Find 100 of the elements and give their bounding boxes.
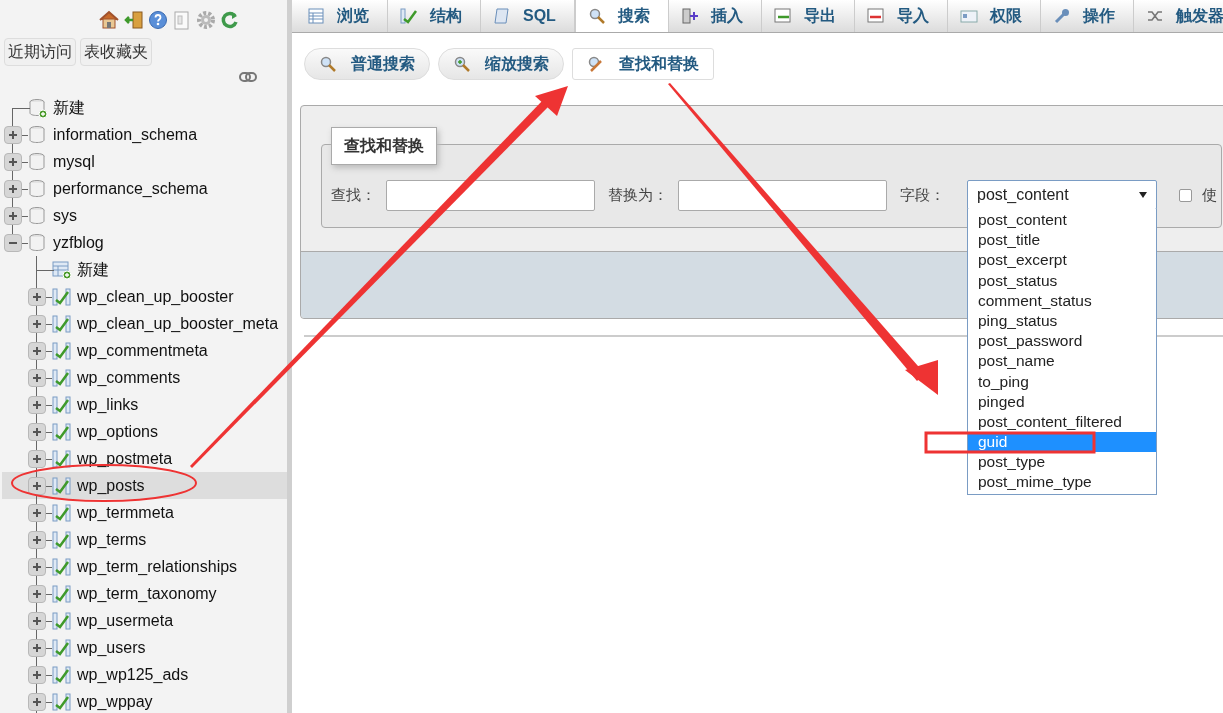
collapse-toggle[interactable] — [4, 233, 22, 252]
sub-tab[interactable]: 查找和替换 — [572, 48, 714, 80]
expand-toggle[interactable] — [28, 530, 46, 549]
table-name[interactable]: wp_term_taxonomy — [77, 581, 217, 606]
table-name[interactable]: wp_links — [77, 392, 139, 417]
table-icon — [52, 529, 72, 550]
column-select[interactable]: post_content — [967, 180, 1157, 210]
expand-toggle[interactable] — [28, 692, 46, 711]
tab[interactable]: 权限 — [947, 0, 1041, 32]
dropdown-option[interactable]: post_password — [968, 331, 1156, 352]
tab[interactable]: 操作 — [1040, 0, 1134, 32]
table-icon — [52, 664, 72, 685]
dropdown-option[interactable]: post_content — [968, 210, 1156, 231]
table-name[interactable]: wp_commentmeta — [77, 338, 208, 363]
expand-toggle[interactable] — [4, 152, 22, 171]
expand-toggle[interactable] — [28, 314, 46, 333]
dropdown-option[interactable]: post_type — [968, 452, 1156, 473]
replace-field[interactable] — [678, 179, 887, 211]
new-item-link[interactable]: 新建 — [53, 95, 85, 120]
table-name[interactable]: wp_users — [77, 635, 146, 660]
dropdown-option[interactable]: post_mime_type — [968, 472, 1156, 493]
wrench-icon — [1052, 7, 1071, 25]
expand-toggle[interactable] — [28, 584, 46, 603]
plus-icon — [32, 426, 42, 437]
database-name[interactable]: mysql — [53, 149, 95, 174]
pencil-magnifier-icon — [587, 55, 605, 73]
table-name[interactable]: wp_term_relationships — [77, 554, 238, 579]
tab[interactable]: 导入 — [854, 0, 948, 32]
regex-checkbox[interactable] — [1179, 188, 1192, 202]
database-name[interactable]: performance_schema — [53, 176, 208, 201]
table-icon — [52, 583, 72, 604]
sidebar-tab-button[interactable]: 表收藏夹 — [80, 38, 152, 66]
expand-toggle[interactable] — [28, 638, 46, 657]
expand-toggle[interactable] — [28, 476, 46, 495]
search-icon — [587, 7, 606, 25]
table-name[interactable]: wp_usermeta — [77, 608, 174, 633]
table-name[interactable]: wp_clean_up_booster — [77, 284, 234, 309]
sub-tab[interactable]: 普通搜索 — [304, 48, 430, 80]
expand-toggle[interactable] — [28, 665, 46, 684]
tab[interactable]: 搜索 — [574, 0, 669, 32]
table-name[interactable]: wp_postmeta — [77, 446, 173, 471]
dropdown-option[interactable]: post_excerpt — [968, 250, 1156, 271]
table-name[interactable]: wp_wppay — [77, 689, 153, 713]
table-icon — [52, 313, 72, 334]
expand-toggle[interactable] — [28, 287, 46, 306]
table-name[interactable]: wp_options — [77, 419, 158, 444]
plus-icon — [32, 318, 42, 329]
tab[interactable]: 导出 — [761, 0, 855, 32]
reload-icon[interactable] — [219, 10, 240, 30]
plus-icon — [8, 156, 18, 167]
tab[interactable]: SQL — [481, 0, 575, 32]
expand-toggle[interactable] — [28, 611, 46, 630]
table-name[interactable]: wp_comments — [77, 365, 181, 390]
expand-toggle[interactable] — [28, 557, 46, 576]
find-label: 查找： — [331, 184, 376, 205]
tab[interactable]: 触发器 — [1133, 0, 1223, 32]
expand-toggle[interactable] — [28, 368, 46, 387]
expand-toggle[interactable] — [4, 179, 22, 198]
table-icon — [52, 637, 72, 658]
link-icon[interactable] — [239, 72, 257, 82]
table-name[interactable]: wp_terms — [77, 527, 147, 552]
table-name[interactable]: wp_termmeta — [77, 500, 174, 525]
find-field[interactable] — [386, 179, 595, 211]
expand-toggle[interactable] — [28, 422, 46, 441]
dropdown-option[interactable]: post_content_filtered — [968, 411, 1156, 433]
dropdown-option[interactable]: to_ping — [968, 371, 1156, 392]
sidebar-tab-button[interactable]: 近期访问 — [4, 38, 76, 66]
new-item-link[interactable]: 新建 — [77, 257, 109, 282]
dropdown-option[interactable]: ping_status — [968, 310, 1156, 332]
expand-toggle[interactable] — [28, 449, 46, 468]
dropdown-option[interactable]: post_status — [968, 270, 1156, 291]
dropdown-option[interactable]: post_name — [968, 351, 1156, 372]
sub-tab[interactable]: 缩放搜索 — [438, 48, 564, 80]
dropdown-option[interactable]: comment_status — [968, 290, 1156, 311]
dropdown-option[interactable]: post_title — [968, 230, 1156, 251]
tab[interactable]: 浏览 — [295, 0, 388, 32]
exit-door-icon[interactable] — [123, 10, 144, 30]
tab[interactable]: 插入 — [668, 0, 762, 32]
expand-toggle[interactable] — [28, 503, 46, 522]
export-icon — [773, 7, 792, 25]
plus-icon — [32, 588, 42, 599]
home-icon[interactable] — [97, 10, 120, 30]
table-name[interactable]: wp_clean_up_booster_meta — [77, 311, 279, 336]
dropdown-option[interactable]: pinged — [968, 391, 1156, 412]
table-name[interactable]: wp_wp125_ads — [77, 662, 189, 687]
database-name[interactable]: information_schema — [53, 122, 198, 147]
tab[interactable]: 结构 — [388, 0, 481, 32]
expand-toggle[interactable] — [4, 206, 22, 225]
plus-icon — [32, 453, 42, 464]
help-icon[interactable] — [147, 10, 168, 30]
insert-icon — [680, 7, 699, 25]
database-icon — [28, 178, 48, 199]
database-name[interactable]: sys — [53, 203, 77, 228]
plus-icon — [8, 210, 18, 221]
expand-toggle[interactable] — [28, 395, 46, 414]
expand-toggle[interactable] — [4, 125, 22, 144]
database-name[interactable]: yzfblog — [53, 230, 104, 255]
table-icon — [52, 367, 72, 388]
expand-toggle[interactable] — [28, 341, 46, 360]
database-icon — [28, 151, 48, 172]
